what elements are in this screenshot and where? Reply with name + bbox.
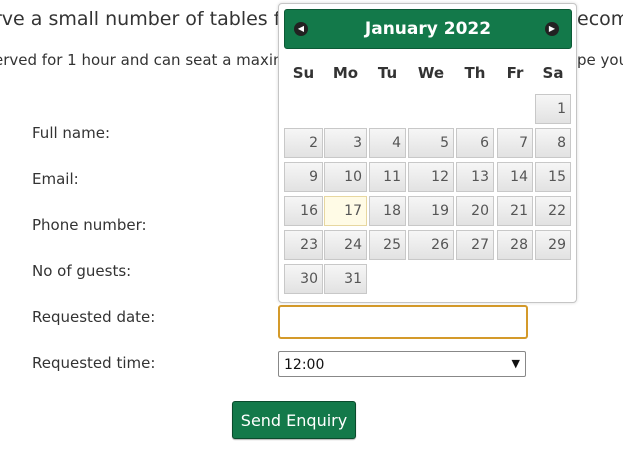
day-cell[interactable]: 28: [497, 230, 533, 260]
send-enquiry-button[interactable]: Send Enquiry: [232, 401, 356, 439]
datepicker-title: January 2022: [364, 19, 492, 39]
day-cell[interactable]: 20: [456, 196, 494, 226]
datepicker-header: ◀ January 2022 ▶: [284, 9, 572, 49]
next-month-icon[interactable]: ▶: [545, 22, 559, 36]
day-cell[interactable]: 25: [369, 230, 406, 260]
time-label: Requested time:: [32, 354, 156, 372]
day-cell[interactable]: 1: [535, 94, 571, 124]
day-cell[interactable]: 27: [456, 230, 494, 260]
day-cell[interactable]: 23: [284, 230, 323, 260]
intro-line-1: rve a small number of tables fo ecom: [0, 8, 623, 30]
intro-line-2-end: pe you: [577, 51, 623, 69]
weekday-sa: Sa: [542, 64, 564, 82]
intro-line-2-start: erved for 1 hour and can seat a maximu: [0, 51, 298, 69]
requested-time-value: 12:00: [284, 357, 325, 373]
requested-date-input[interactable]: [278, 305, 528, 339]
weekday-fr: Fr: [506, 64, 524, 82]
weekday-mo: Mo: [332, 64, 359, 82]
day-cell[interactable]: 5: [408, 128, 454, 158]
day-cell[interactable]: 9: [284, 162, 323, 192]
day-cell[interactable]: 3: [324, 128, 367, 158]
intro-line-1-end: ecom: [577, 8, 623, 30]
day-cell[interactable]: 24: [324, 230, 367, 260]
date-label: Requested date:: [32, 308, 156, 326]
day-cell[interactable]: 30: [284, 264, 323, 294]
datepicker-popup: ◀ January 2022 ▶ Su Mo Tu We Th Fr Sa 12345678…: [278, 3, 577, 303]
weekday-su: Su: [292, 64, 315, 82]
day-cell[interactable]: 29: [535, 230, 571, 260]
day-cell[interactable]: 19: [408, 196, 454, 226]
day-cell[interactable]: 11: [369, 162, 406, 192]
intro-line-2: erved for 1 hour and can seat a maximu p…: [0, 51, 623, 69]
day-cell[interactable]: 21: [497, 196, 533, 226]
day-cell[interactable]: 13: [456, 162, 494, 192]
full-name-label: Full name:: [32, 124, 111, 142]
intro-line-1-start: rve a small number of tables fo: [0, 8, 293, 30]
day-cell[interactable]: 2: [284, 128, 323, 158]
day-cell[interactable]: 14: [497, 162, 533, 192]
day-cell[interactable]: 7: [497, 128, 533, 158]
weekday-th: Th: [464, 64, 486, 82]
day-cell[interactable]: 26: [408, 230, 454, 260]
email-label: Email:: [32, 170, 79, 188]
day-cell[interactable]: 22: [535, 196, 571, 226]
requested-time-select[interactable]: 12:00 ▼: [278, 351, 526, 377]
day-cell[interactable]: 12: [408, 162, 454, 192]
day-cell[interactable]: 6: [456, 128, 494, 158]
weekday-we: We: [417, 64, 445, 82]
day-cell[interactable]: 17: [324, 196, 367, 226]
day-cell[interactable]: 16: [284, 196, 323, 226]
day-cell[interactable]: 18: [369, 196, 406, 226]
phone-label: Phone number:: [32, 216, 147, 234]
day-cell[interactable]: 8: [535, 128, 571, 158]
day-cell[interactable]: 15: [535, 162, 571, 192]
chevron-down-icon: ▼: [511, 357, 520, 370]
guests-label: No of guests:: [32, 262, 132, 280]
day-cell[interactable]: 10: [324, 162, 367, 192]
day-cell[interactable]: 31: [324, 264, 367, 294]
day-cell[interactable]: 4: [369, 128, 406, 158]
weekday-tu: Tu: [377, 64, 398, 82]
